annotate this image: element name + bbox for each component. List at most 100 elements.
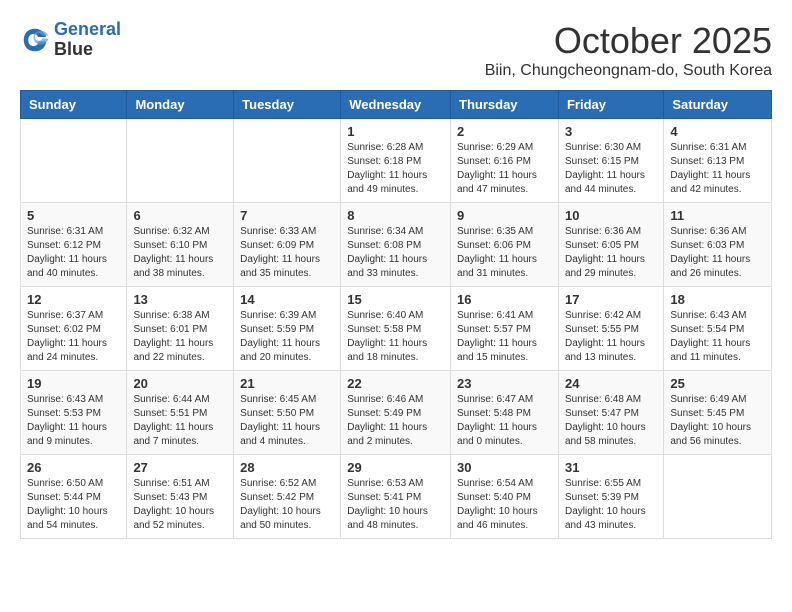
weekday-header: Sunday	[21, 91, 127, 119]
day-number: 28	[240, 460, 334, 475]
calendar-day-cell: 25 Sunrise: 6:49 AM Sunset: 5:45 PM Dayli…	[664, 371, 772, 455]
day-number: 13	[133, 292, 227, 307]
calendar-week-row: 1 Sunrise: 6:28 AM Sunset: 6:18 PM Daylig…	[21, 119, 772, 203]
calendar-day-cell: 4Sunrise: 6:31 AM Sunset: 6:13 PM Daylig…	[664, 119, 772, 203]
weekday-header: Wednesday	[341, 91, 451, 119]
weekday-header: Friday	[558, 91, 663, 119]
day-number: 19	[27, 376, 120, 391]
calendar-day-cell: 13 Sunrise: 6:38 AM Sunset: 6:01 PM Dayli…	[127, 287, 234, 371]
day-info: Sunrise: 6:41 AM Sunset: 5:57 PM Dayligh…	[457, 309, 552, 365]
day-number: 11	[670, 208, 765, 223]
calendar-week-row: 12Sunrise: 6:37 AM Sunset: 6:02 PM Dayli…	[21, 287, 772, 371]
calendar-day-cell: 26Sunrise: 6:50 AM Sunset: 5:44 PM Dayli…	[21, 455, 127, 539]
day-number: 5	[27, 208, 120, 223]
day-number: 23	[457, 376, 552, 391]
day-info: Sunrise: 6:36 AM Sunset: 6:05 PM Dayligh…	[565, 225, 657, 281]
calendar-day-cell: 28Sunrise: 6:52 AM Sunset: 5:42 PM Dayli…	[234, 455, 341, 539]
day-info: Sunrise: 6:48 AM Sunset: 5:47 PM Dayligh…	[565, 393, 657, 449]
calendar-day-cell: 27 Sunrise: 6:51 AM Sunset: 5:43 PM Dayli…	[127, 455, 234, 539]
weekday-header: Tuesday	[234, 91, 341, 119]
calendar-week-row: 26Sunrise: 6:50 AM Sunset: 5:44 PM Dayli…	[21, 455, 772, 539]
day-info: Sunrise: 6:43 AM Sunset: 5:54 PM Dayligh…	[670, 309, 765, 365]
calendar-header-row: SundayMondayTuesdayWednesdayThursdayFrid…	[21, 91, 772, 119]
calendar-day-cell: 21Sunrise: 6:45 AM Sunset: 5:50 PM Dayli…	[234, 371, 341, 455]
calendar-day-cell: 1 Sunrise: 6:28 AM Sunset: 6:18 PM Daylig…	[341, 119, 451, 203]
calendar-day-cell: 14 Sunrise: 6:39 AM Sunset: 5:59 PM Dayli…	[234, 287, 341, 371]
day-number: 27	[133, 460, 227, 475]
day-number: 20	[133, 376, 227, 391]
calendar-day-cell	[21, 119, 127, 203]
day-info: Sunrise: 6:30 AM Sunset: 6:15 PM Dayligh…	[565, 141, 657, 197]
day-info: Sunrise: 6:35 AM Sunset: 6:06 PM Dayligh…	[457, 225, 552, 281]
day-number: 18	[670, 292, 765, 307]
weekday-header: Saturday	[664, 91, 772, 119]
calendar-day-cell: 23 Sunrise: 6:47 AM Sunset: 5:48 PM Dayli…	[451, 371, 559, 455]
weekday-header: Monday	[127, 91, 234, 119]
calendar-day-cell: 29 Sunrise: 6:53 AM Sunset: 5:41 PM Dayli…	[341, 455, 451, 539]
calendar-table: SundayMondayTuesdayWednesdayThursdayFrid…	[20, 90, 772, 539]
calendar-day-cell: 9 Sunrise: 6:35 AM Sunset: 6:06 PM Daylig…	[451, 203, 559, 287]
calendar-day-cell: 16 Sunrise: 6:41 AM Sunset: 5:57 PM Dayli…	[451, 287, 559, 371]
day-info: Sunrise: 6:38 AM Sunset: 6:01 PM Dayligh…	[133, 309, 227, 365]
day-info: Sunrise: 6:49 AM Sunset: 5:45 PM Dayligh…	[670, 393, 765, 449]
title-section: October 2025 Biin, Chungcheongnam-do, So…	[485, 20, 772, 80]
calendar-day-cell: 30 Sunrise: 6:54 AM Sunset: 5:40 PM Dayli…	[451, 455, 559, 539]
day-number: 21	[240, 376, 334, 391]
day-info: Sunrise: 6:28 AM Sunset: 6:18 PM Dayligh…	[347, 141, 444, 197]
day-number: 1	[347, 124, 444, 139]
day-number: 9	[457, 208, 552, 223]
day-number: 25	[670, 376, 765, 391]
calendar-day-cell: 2 Sunrise: 6:29 AM Sunset: 6:16 PM Daylig…	[451, 119, 559, 203]
calendar-week-row: 5 Sunrise: 6:31 AM Sunset: 6:12 PM Daylig…	[21, 203, 772, 287]
calendar-day-cell: 15Sunrise: 6:40 AM Sunset: 5:58 PM Dayli…	[341, 287, 451, 371]
day-number: 4	[670, 124, 765, 139]
day-info: Sunrise: 6:46 AM Sunset: 5:49 PM Dayligh…	[347, 393, 444, 449]
day-number: 31	[565, 460, 657, 475]
day-number: 10	[565, 208, 657, 223]
day-info: Sunrise: 6:32 AM Sunset: 6:10 PM Dayligh…	[133, 225, 227, 281]
day-number: 22	[347, 376, 444, 391]
day-info: Sunrise: 6:39 AM Sunset: 5:59 PM Dayligh…	[240, 309, 334, 365]
day-info: Sunrise: 6:47 AM Sunset: 5:48 PM Dayligh…	[457, 393, 552, 449]
calendar-day-cell: 31 Sunrise: 6:55 AM Sunset: 5:39 PM Dayli…	[558, 455, 663, 539]
calendar-day-cell: 3Sunrise: 6:30 AM Sunset: 6:15 PM Daylig…	[558, 119, 663, 203]
day-number: 2	[457, 124, 552, 139]
day-number: 29	[347, 460, 444, 475]
calendar-day-cell	[127, 119, 234, 203]
calendar-day-cell: 24Sunrise: 6:48 AM Sunset: 5:47 PM Dayli…	[558, 371, 663, 455]
day-info: Sunrise: 6:54 AM Sunset: 5:40 PM Dayligh…	[457, 477, 552, 533]
day-number: 14	[240, 292, 334, 307]
calendar-day-cell: 6 Sunrise: 6:32 AM Sunset: 6:10 PM Daylig…	[127, 203, 234, 287]
calendar-day-cell: 18 Sunrise: 6:43 AM Sunset: 5:54 PM Dayli…	[664, 287, 772, 371]
day-number: 30	[457, 460, 552, 475]
day-info: Sunrise: 6:34 AM Sunset: 6:08 PM Dayligh…	[347, 225, 444, 281]
location-title: Biin, Chungcheongnam-do, South Korea	[485, 62, 772, 80]
day-number: 7	[240, 208, 334, 223]
logo-text: General Blue	[54, 20, 121, 60]
calendar-day-cell	[664, 455, 772, 539]
month-title: October 2025	[485, 20, 772, 62]
calendar-week-row: 19 Sunrise: 6:43 AM Sunset: 5:53 PM Dayli…	[21, 371, 772, 455]
day-info: Sunrise: 6:29 AM Sunset: 6:16 PM Dayligh…	[457, 141, 552, 197]
calendar-day-cell: 8 Sunrise: 6:34 AM Sunset: 6:08 PM Daylig…	[341, 203, 451, 287]
day-info: Sunrise: 6:44 AM Sunset: 5:51 PM Dayligh…	[133, 393, 227, 449]
logo-icon	[20, 25, 50, 55]
day-number: 17	[565, 292, 657, 307]
day-info: Sunrise: 6:31 AM Sunset: 6:12 PM Dayligh…	[27, 225, 120, 281]
logo-line2: Blue	[54, 40, 121, 60]
day-info: Sunrise: 6:53 AM Sunset: 5:41 PM Dayligh…	[347, 477, 444, 533]
calendar-day-cell: 11Sunrise: 6:36 AM Sunset: 6:03 PM Dayli…	[664, 203, 772, 287]
logo-line1: General	[54, 19, 121, 39]
calendar-day-cell: 10 Sunrise: 6:36 AM Sunset: 6:05 PM Dayli…	[558, 203, 663, 287]
day-number: 6	[133, 208, 227, 223]
day-info: Sunrise: 6:40 AM Sunset: 5:58 PM Dayligh…	[347, 309, 444, 365]
day-info: Sunrise: 6:55 AM Sunset: 5:39 PM Dayligh…	[565, 477, 657, 533]
day-info: Sunrise: 6:51 AM Sunset: 5:43 PM Dayligh…	[133, 477, 227, 533]
calendar-day-cell: 22 Sunrise: 6:46 AM Sunset: 5:49 PM Dayli…	[341, 371, 451, 455]
day-number: 16	[457, 292, 552, 307]
calendar-day-cell: 5 Sunrise: 6:31 AM Sunset: 6:12 PM Daylig…	[21, 203, 127, 287]
day-number: 12	[27, 292, 120, 307]
day-number: 8	[347, 208, 444, 223]
calendar-day-cell: 17Sunrise: 6:42 AM Sunset: 5:55 PM Dayli…	[558, 287, 663, 371]
day-info: Sunrise: 6:43 AM Sunset: 5:53 PM Dayligh…	[27, 393, 120, 449]
